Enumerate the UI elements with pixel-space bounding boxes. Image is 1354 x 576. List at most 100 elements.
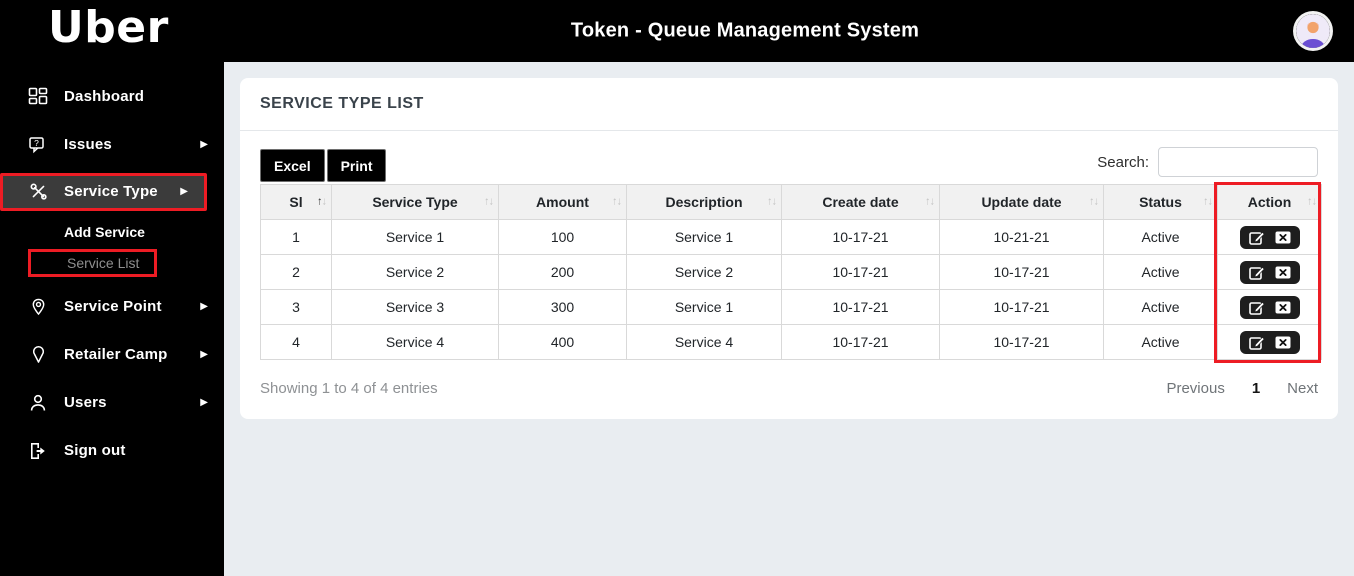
dashboard-grid-icon xyxy=(26,87,50,107)
pagination: Previous 1 Next xyxy=(1166,380,1318,397)
sidebar-item-service-list[interactable]: Service List xyxy=(28,248,157,277)
pagination-previous[interactable]: Previous xyxy=(1166,380,1224,397)
delete-icon[interactable] xyxy=(1275,266,1291,279)
cell-update-date: 10-17-21 xyxy=(939,289,1104,325)
cell-description: Service 1 xyxy=(626,219,782,255)
table-wrapper: Sl ↑ ↓ Service Type ↑ ↓ Amount ↑ ↓ Descr… xyxy=(260,182,1322,363)
chevron-right-icon: ▶ xyxy=(200,139,208,151)
cell-amount: 100 xyxy=(498,219,627,255)
export-button-group: Excel Print xyxy=(260,149,387,182)
chevron-right-icon: ▶ xyxy=(180,186,188,198)
delete-icon[interactable] xyxy=(1275,231,1291,244)
uber-logo[interactable]: Uber xyxy=(0,0,224,55)
table-row: 4 Service 4 400 Service 4 10-17-21 10-17… xyxy=(260,324,1322,360)
edit-icon[interactable] xyxy=(1248,335,1265,350)
table-row: 2 Service 2 200 Service 2 10-17-21 10-17… xyxy=(260,254,1322,290)
column-header-action[interactable]: Action ↑ ↓ xyxy=(1217,184,1322,220)
cell-amount: 400 xyxy=(498,324,627,360)
edit-icon[interactable] xyxy=(1248,265,1265,280)
sidebar-item-service-type[interactable]: Service Type ▶ xyxy=(0,172,207,211)
excel-button[interactable]: Excel xyxy=(260,149,325,182)
sidebar-item-label: Dashboard xyxy=(64,88,145,106)
entries-info: Showing 1 to 4 of 4 entries xyxy=(260,380,438,397)
sidebar-item-retailer-camp[interactable]: Retailer Camp ▶ xyxy=(0,335,224,375)
app-root: Uber Dashboard ? Issues ▶ Service Type ▶… xyxy=(0,0,1354,576)
cell-action xyxy=(1217,289,1322,325)
cell-status: Active xyxy=(1103,324,1218,360)
sidebar-item-label: Add Service xyxy=(64,223,145,240)
chevron-right-icon: ▶ xyxy=(200,349,208,361)
edit-icon[interactable] xyxy=(1248,300,1265,315)
table-header-row: Sl ↑ ↓ Service Type ↑ ↓ Amount ↑ ↓ Descr… xyxy=(260,184,1322,220)
sort-icon[interactable]: ↑ ↓ xyxy=(612,196,622,208)
table-toolbar: Excel Print Search: xyxy=(260,147,1318,182)
pagination-page-1[interactable]: 1 xyxy=(1252,380,1260,397)
column-label: Create date xyxy=(822,194,899,210)
sidebar-nav: Dashboard ? Issues ▶ Service Type ▶ Add … xyxy=(0,77,224,479)
sort-icon[interactable]: ↑ ↓ xyxy=(1089,196,1099,208)
column-header-amount[interactable]: Amount ↑ ↓ xyxy=(498,184,627,220)
cell-sl: 2 xyxy=(260,254,332,290)
pagination-next[interactable]: Next xyxy=(1287,380,1318,397)
cell-service-type: Service 4 xyxy=(331,324,499,360)
sort-icon[interactable]: ↑ ↓ xyxy=(1203,196,1213,208)
cell-update-date: 10-21-21 xyxy=(939,219,1104,255)
search-label: Search: xyxy=(1097,153,1149,171)
sort-icon[interactable]: ↑ ↓ xyxy=(1307,196,1317,208)
service-type-table: Sl ↑ ↓ Service Type ↑ ↓ Amount ↑ ↓ Descr… xyxy=(260,184,1322,360)
cell-update-date: 10-17-21 xyxy=(939,324,1104,360)
page-title: Token - Queue Management System xyxy=(570,19,920,42)
sidebar-item-service-point[interactable]: Service Point ▶ xyxy=(0,287,224,327)
chevron-right-icon: ▶ xyxy=(200,301,208,313)
search-input[interactable] xyxy=(1158,147,1318,177)
sort-icon[interactable]: ↑ ↓ xyxy=(484,196,494,208)
service-type-submenu: Add Service Service List xyxy=(0,217,224,277)
chevron-right-icon: ▶ xyxy=(200,397,208,409)
column-header-sl[interactable]: Sl ↑ ↓ xyxy=(260,184,332,220)
sidebar-item-issues[interactable]: ? Issues ▶ xyxy=(0,125,224,165)
sidebar-item-dashboard[interactable]: Dashboard xyxy=(0,77,224,117)
cell-action xyxy=(1217,254,1322,290)
sign-out-icon xyxy=(26,441,50,461)
cell-sl: 4 xyxy=(260,324,332,360)
svg-text:?: ? xyxy=(34,138,39,148)
cell-amount: 300 xyxy=(498,289,627,325)
cell-amount: 200 xyxy=(498,254,627,290)
cell-sl: 3 xyxy=(260,289,332,325)
sidebar-item-label: Users xyxy=(64,394,107,412)
print-button[interactable]: Print xyxy=(326,149,387,182)
column-label: Service Type xyxy=(372,194,458,210)
cell-description: Service 4 xyxy=(626,324,782,360)
delete-icon[interactable] xyxy=(1275,301,1291,314)
card-title: SERVICE TYPE LIST xyxy=(240,78,1338,131)
delete-icon[interactable] xyxy=(1275,336,1291,349)
service-type-list-card: SERVICE TYPE LIST Excel Print Search: Sl… xyxy=(240,78,1338,419)
content-area: SERVICE TYPE LIST Excel Print Search: Sl… xyxy=(224,62,1354,576)
table-row: 1 Service 1 100 Service 1 10-17-21 10-21… xyxy=(260,219,1322,255)
cell-description: Service 2 xyxy=(626,254,782,290)
column-label: Update date xyxy=(981,194,1062,210)
sidebar-item-sign-out[interactable]: Sign out xyxy=(0,431,224,471)
avatar[interactable] xyxy=(1296,14,1330,48)
cell-service-type: Service 2 xyxy=(331,254,499,290)
column-header-service-type[interactable]: Service Type ↑ ↓ xyxy=(331,184,499,220)
column-header-description[interactable]: Description ↑ ↓ xyxy=(626,184,782,220)
issues-chat-icon: ? xyxy=(26,135,50,155)
sort-icon[interactable]: ↑ ↓ xyxy=(925,196,935,208)
sort-icon[interactable]: ↑ ↓ xyxy=(767,196,777,208)
user-icon xyxy=(26,393,50,413)
column-header-create-date[interactable]: Create date ↑ ↓ xyxy=(781,184,940,220)
column-header-status[interactable]: Status ↑ ↓ xyxy=(1103,184,1218,220)
edit-icon[interactable] xyxy=(1248,230,1265,245)
top-header: Token - Queue Management System xyxy=(224,0,1354,62)
column-header-update-date[interactable]: Update date ↑ ↓ xyxy=(939,184,1104,220)
search-box: Search: xyxy=(1097,147,1318,177)
sort-icon[interactable]: ↑ ↓ xyxy=(317,196,327,208)
cell-create-date: 10-17-21 xyxy=(781,219,940,255)
location-pin-icon xyxy=(26,345,50,365)
cell-status: Active xyxy=(1103,219,1218,255)
sidebar-item-add-service[interactable]: Add Service xyxy=(0,217,224,247)
card-body: Excel Print Search: Sl ↑ ↓ Service Type … xyxy=(240,131,1338,419)
sidebar-item-users[interactable]: Users ▶ xyxy=(0,383,224,423)
cell-status: Active xyxy=(1103,289,1218,325)
